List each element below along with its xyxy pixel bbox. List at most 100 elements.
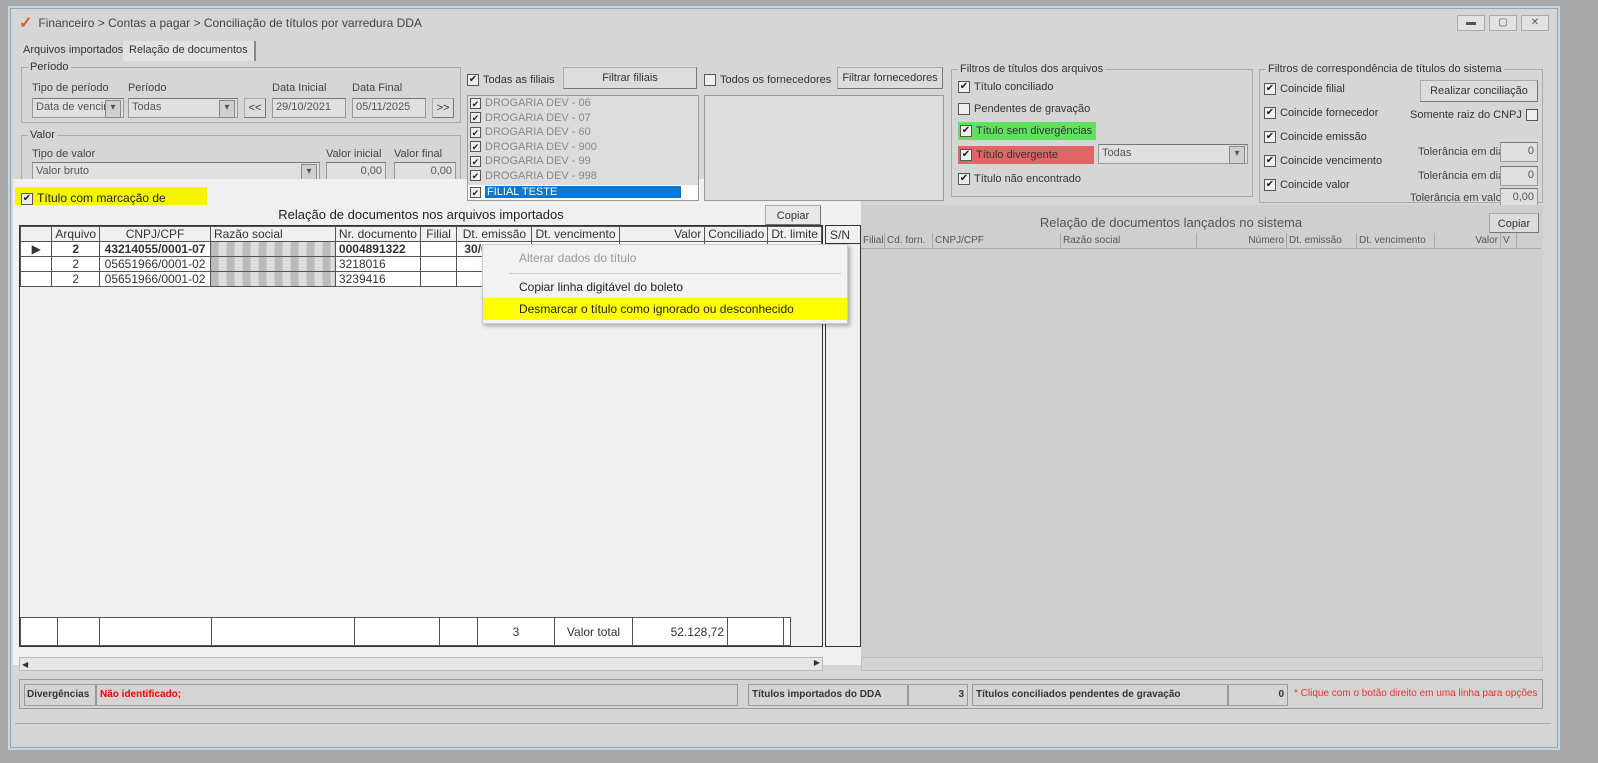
fornecedores-list[interactable] [704,95,944,201]
tolerancia-emissao-label: Tolerância em dias [1418,146,1510,158]
column-header[interactable]: Valor [618,226,706,242]
column-header[interactable]: Número [1197,233,1287,248]
filial-item[interactable]: ✔ DROGARIA DEV - 60 [468,125,698,140]
tolerancia-vencimento-input[interactable]: 0 [1500,166,1538,186]
footer-total-label: Valor total [554,617,633,646]
column-header[interactable]: Dt. emissão [456,226,533,242]
divergente-select[interactable]: Todas [1098,144,1248,164]
context-menu: Alterar dados do título Copiar linha dig… [482,244,848,324]
table-cell: 3239416 [334,271,421,287]
filial-item[interactable]: ✔ DROGARIA DEV - 998 [468,169,698,184]
column-header[interactable]: Razão social [1061,233,1197,248]
filial-item[interactable]: ✔ DROGARIA DEV - 99 [468,154,698,169]
table-cell: 2 [51,256,101,272]
coincide-fornecedor-checkbox[interactable]: ✔ Coincide fornecedor [1264,102,1378,124]
column-header[interactable]: Filial [419,226,458,242]
pendentes-gravacao-checkbox[interactable]: Pendentes de gravação [958,98,1090,120]
divergencias-label: Divergências [24,684,96,706]
left-copy-button[interactable]: Copiar [765,205,821,225]
table-cell [209,271,336,287]
table-cell [209,256,336,272]
tolerancia-valor-label: Tolerância em valor [1410,192,1506,204]
right-grid-title: Relação de documentos lançados no sistem… [1039,215,1303,230]
filtrar-fornecedores-button[interactable]: Filtrar fornecedores [837,67,943,89]
periodo-group: Período Tipo de período Data de vencim P… [21,61,461,123]
column-header[interactable]: Razão social [209,226,336,242]
main-window: ✓ Financeiro > Contas a pagar > Conciliaç… [10,8,1558,748]
filtros-sistema-legend: Filtros de correspondência de títulos do… [1266,63,1504,75]
prev-period-button[interactable]: << [244,98,266,118]
divergencias-value: Não identificado; [96,684,738,706]
status-bar: Divergências Não identificado; Títulos i… [19,679,1543,709]
pendentes-label: Títulos conciliados pendentes de gravaçã… [972,684,1228,706]
filtrar-filiais-button[interactable]: Filtrar filiais [563,67,697,89]
filtros-arquivos-legend: Filtros de títulos dos arquivos [958,63,1106,75]
column-header[interactable]: V [1501,233,1517,248]
titulo-conciliado-checkbox[interactable]: ✔ Título conciliado [958,76,1054,98]
table-cell: 0004891322 [334,241,421,257]
pendentes-value: 0 [1228,684,1288,706]
maximize-button[interactable]: ▢ [1489,15,1517,31]
tab-relacao-documentos[interactable]: Relação de documentos [123,41,256,61]
hint-text: * Clique com o botão direito em uma linh… [1294,688,1538,699]
titulo-divergente-checkbox[interactable]: ✔ Título divergente [958,146,1094,164]
menu-desmarcar-ignorado[interactable]: Desmarcar o título como ignorado ou desc… [483,298,847,320]
left-horizontal-scrollbar[interactable]: ◀ ▶ [19,657,823,671]
footer-count: 3 [477,617,555,646]
close-button[interactable]: ✕ [1521,15,1549,31]
coincide-filial-checkbox[interactable]: ✔ Coincide filial [1264,78,1345,100]
menu-copiar-linha-digitavel[interactable]: Copiar linha digitável do boleto [483,276,847,298]
importados-label: Títulos importados do DDA [748,684,908,706]
filtros-sistema-group: Filtros de correspondência de títulos do… [1259,63,1543,208]
valor-group: Valor Tipo de valor Valor bruto Valor in… [21,129,461,185]
next-period-button[interactable]: >> [432,98,454,118]
coincide-emissao-checkbox[interactable]: ✔ Coincide emissão [1264,126,1367,148]
periodo-legend: Período [28,61,71,73]
column-header[interactable]: Dt. vencimento [531,226,620,242]
column-header[interactable]: Valor [1435,233,1501,248]
filtros-arquivos-group: Filtros de títulos dos arquivos ✔ Título … [951,63,1253,197]
realizar-conciliacao-button[interactable]: Realizar conciliação [1420,80,1538,102]
data-inicial-input[interactable]: 29/10/2021 [272,98,346,118]
column-header[interactable]: Filial [861,233,885,248]
right-copy-button[interactable]: Copiar [1489,213,1539,233]
data-inicial-label: Data Inicial [272,82,327,94]
tolerancia-vencimento-label: Tolerância em dias [1418,170,1510,182]
checkbox-icon: ✔ [21,192,33,205]
column-header[interactable]: Dt. vencimento [1357,233,1435,248]
coincide-vencimento-checkbox[interactable]: ✔ Coincide vencimento [1264,150,1382,172]
column-header[interactable]: Conciliado [704,226,769,242]
tab-arquivos-importados[interactable]: Arquivos importados [17,41,129,61]
minimize-button[interactable]: ▬ [1457,15,1485,31]
check-logo-icon: ✓ [19,15,33,32]
table-cell: 05651966/0001-02 [99,271,211,287]
todos-fornecedores-checkbox[interactable]: Todos os fornecedores [704,69,838,91]
tipo-periodo-select[interactable]: Data de vencim [32,98,124,118]
valor-inicial-label: Valor inicial [326,148,382,160]
titulo-sem-divergencias-checkbox[interactable]: ✔ Título sem divergências [958,122,1097,140]
column-header[interactable]: Dt. limite [767,226,822,242]
filial-item[interactable]: ✔ FILIAL TESTE [468,185,698,200]
somente-raiz-cnpj-checkbox[interactable]: Somente raiz do CNPJ [1410,104,1542,126]
coincide-valor-checkbox[interactable]: ✔ Coincide valor [1264,174,1350,196]
table-cell: 43214055/0001-07 [99,241,211,257]
column-header[interactable]: Dt. emissão [1287,233,1357,248]
column-header[interactable]: CNPJ/CPF [933,233,1061,248]
left-grid-title: Relação de documentos nos arquivos impor… [278,207,564,222]
filial-item[interactable]: ✔ DROGARIA DEV - 900 [468,140,698,155]
filiais-list[interactable]: ✔ DROGARIA DEV - 06 ✔ DROGARIA DEV - 07 ✔ DRO… [467,95,699,201]
valor-final-label: Valor final [394,148,443,160]
filial-item[interactable]: ✔ DROGARIA DEV - 06 [468,96,698,111]
column-header[interactable]: Cd. forn. [885,233,933,248]
column-header[interactable]: Nr. documento [334,226,421,242]
table-cell [209,241,336,257]
column-header[interactable]: CNPJ/CPF [99,226,211,242]
tolerancia-emissao-input[interactable]: 0 [1500,142,1538,162]
data-final-input[interactable]: 05/11/2025 [352,98,426,118]
filial-item[interactable]: ✔ DROGARIA DEV - 07 [468,111,698,126]
periodo-select[interactable]: Todas [128,98,238,118]
menu-alterar-dados[interactable]: Alterar dados do título [483,247,847,269]
titulo-nao-encontrado-checkbox[interactable]: ✔ Título não encontrado [958,168,1081,190]
column-header[interactable]: Arquivo [51,226,101,242]
right-horizontal-scrollbar[interactable] [861,657,1543,671]
